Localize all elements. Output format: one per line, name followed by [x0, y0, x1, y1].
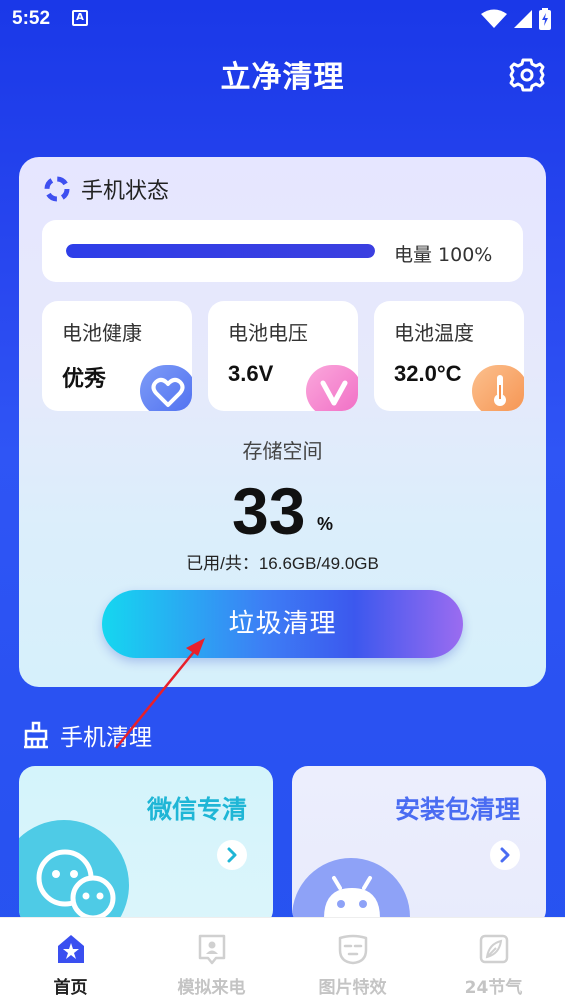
apk-clean-card[interactable]: 安装包清理: [292, 766, 546, 926]
nav-home-label: 首页: [53, 978, 88, 998]
leaf-icon: [479, 934, 509, 964]
nav-home[interactable]: 首页: [0, 918, 141, 1004]
broom-icon: [24, 721, 48, 749]
notification-icon: A: [72, 10, 88, 26]
nav-simulated-call-label: 模拟来电: [177, 978, 246, 998]
battery-label: 电量 100%: [394, 244, 493, 266]
wechat-clean-title: 微信专清: [146, 795, 247, 824]
gear-icon: [509, 58, 545, 92]
settings-button[interactable]: [508, 56, 546, 94]
wechat-clean-card[interactable]: 微信专清: [19, 766, 273, 926]
signal-icon: [514, 10, 532, 28]
phone-cleaning-header: 手机清理: [22, 718, 152, 752]
status-time: 5:52: [12, 8, 51, 29]
voltage-v-icon: [306, 365, 358, 411]
nav-solar-terms-label: 24节气: [464, 978, 523, 998]
phone-status-title: 手机状态: [81, 179, 170, 204]
battery-health-label: 电池健康: [62, 321, 142, 345]
nav-image-effects[interactable]: 图片特效: [282, 918, 423, 1004]
battery-status-icon: [539, 8, 551, 30]
home-icon: [58, 935, 84, 963]
apk-clean-arrow[interactable]: [490, 840, 520, 870]
chevron-right-icon: [500, 847, 510, 863]
battery-voltage-tile[interactable]: 电池电压 3.6V: [208, 301, 358, 411]
storage-detail: 已用/共：16.6GB/49.0GB: [186, 554, 379, 573]
battery-health-value: 优秀: [62, 366, 107, 391]
bottom-nav: 首页 模拟来电 图片特效 24节气: [0, 917, 565, 1004]
nav-image-effects-label: 图片特效: [318, 978, 387, 998]
call-screen-icon: [198, 934, 226, 965]
battery-progress-bar: [66, 244, 375, 258]
status-icons: [481, 8, 551, 30]
wechat-icon: [36, 849, 116, 921]
apk-clean-title: 安装包清理: [394, 795, 520, 824]
battery-temperature-value: 32.0°C: [394, 361, 462, 386]
nav-simulated-call[interactable]: 模拟来电: [141, 918, 282, 1004]
status-bar: 5:52 A: [0, 0, 565, 40]
wechat-clean-arrow[interactable]: [217, 840, 247, 870]
storage-percent-sign: %: [317, 514, 334, 534]
storage-percent-value: 33: [232, 474, 306, 548]
battery-voltage-value: 3.6V: [228, 361, 274, 386]
lifebuoy-icon: [44, 176, 70, 202]
phone-status-card: 手机状态 电量 100% 电池健康 优秀 电池电压 3.6V 电池温度 32.0…: [19, 157, 546, 687]
battery-level-box: 电量 100%: [42, 220, 523, 282]
app-title: 立净清理: [220, 60, 345, 95]
chevron-right-icon: [227, 847, 237, 863]
junk-clean-button[interactable]: 垃圾清理: [102, 590, 463, 658]
heart-icon: [140, 365, 192, 411]
battery-temperature-label: 电池温度: [394, 321, 474, 345]
battery-voltage-label: 电池电压: [228, 321, 308, 345]
thermometer-icon: [472, 365, 524, 411]
battery-health-tile[interactable]: 电池健康 优秀: [42, 301, 192, 411]
storage-label: 存储空间: [242, 439, 323, 463]
nav-solar-terms[interactable]: 24节气: [423, 918, 564, 1004]
phone-status-header: 手机状态: [43, 173, 169, 205]
phone-cleaning-title: 手机清理: [60, 725, 152, 751]
battery-progress-fill: [66, 244, 375, 258]
battery-temperature-tile[interactable]: 电池温度 32.0°C: [374, 301, 524, 411]
wifi-icon: [481, 9, 507, 28]
mask-icon: [338, 934, 368, 965]
